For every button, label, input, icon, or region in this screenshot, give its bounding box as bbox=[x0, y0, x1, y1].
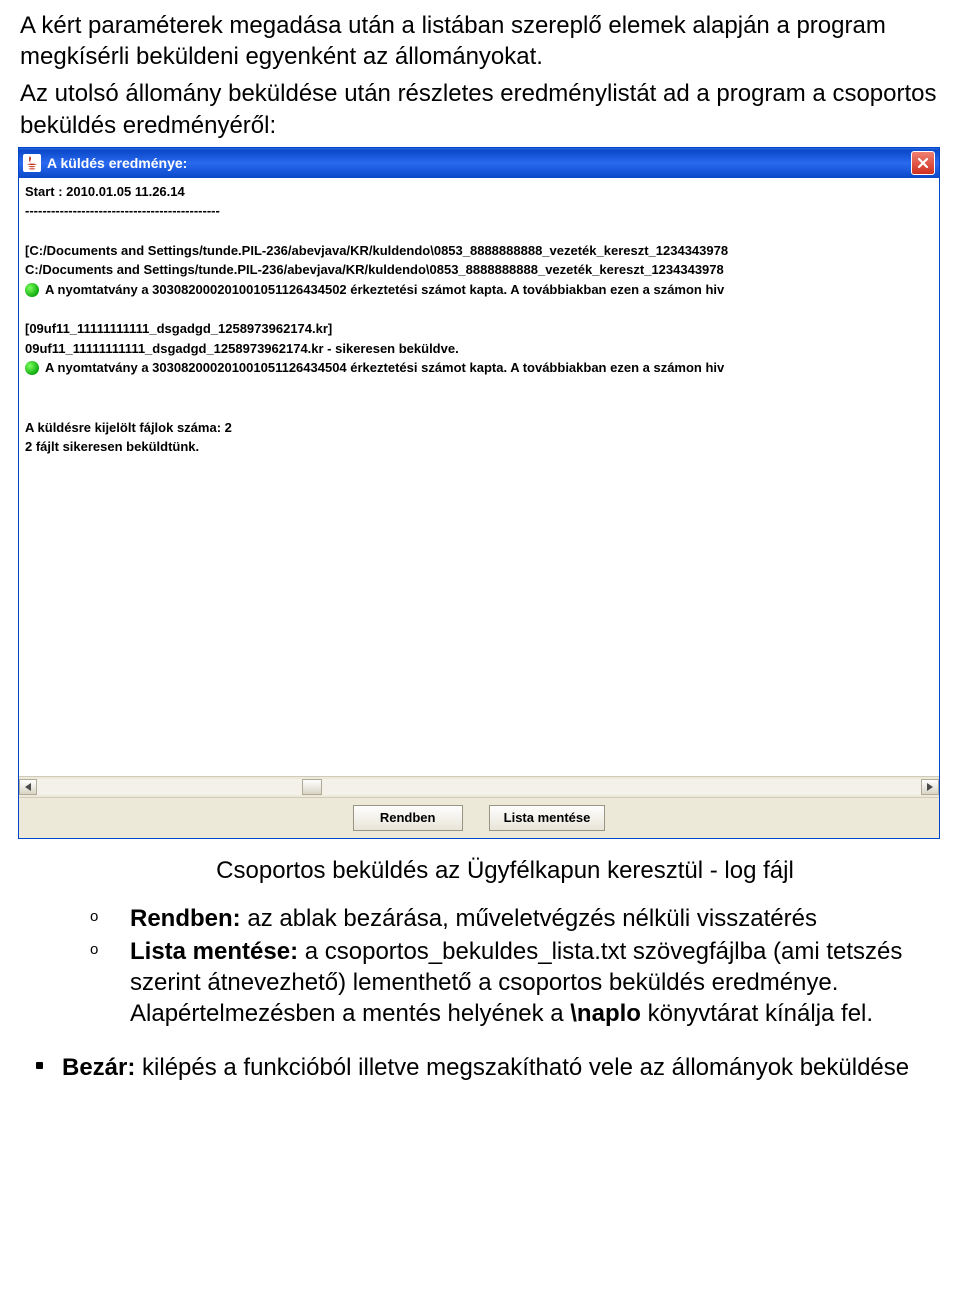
log-line: 09uf11_11111111111_dsgadgd_1258973962174… bbox=[25, 339, 933, 359]
log-line: Start : 2010.01.05 11.26.14 bbox=[25, 182, 933, 202]
log-line-success: A nyomtatvány a 303082000201001051126434… bbox=[25, 358, 933, 378]
log-line: 2 fájlt sikeresen beküldtünk. bbox=[25, 437, 933, 457]
log-line: ----------------------------------------… bbox=[25, 201, 933, 221]
intro-paragraph-2: Az utolsó állomány beküldése után részle… bbox=[20, 78, 940, 140]
log-text: A nyomtatvány a 303082000201001051126434… bbox=[45, 280, 724, 300]
list-item: Bezár: kilépés a funkcióból illetve megs… bbox=[32, 1052, 940, 1083]
log-line: C:/Documents and Settings/tunde.PIL-236/… bbox=[25, 260, 933, 280]
item-label: Rendben: bbox=[130, 905, 241, 932]
scroll-right-icon[interactable] bbox=[921, 779, 939, 795]
item-label: Lista mentése: bbox=[130, 938, 298, 965]
log-text: A nyomtatvány a 303082000201001051126434… bbox=[45, 358, 724, 378]
bullet-icon bbox=[36, 1062, 43, 1069]
horizontal-scrollbar[interactable] bbox=[19, 776, 939, 797]
final-list: Bezár: kilépés a funkcióból illetve megs… bbox=[32, 1052, 940, 1083]
list-item: o Rendben: az ablak bezárása, műveletvég… bbox=[90, 903, 940, 934]
ok-button[interactable]: Rendben bbox=[353, 805, 463, 831]
close-icon[interactable] bbox=[911, 151, 935, 175]
log-line: A küldésre kijelölt fájlok száma: 2 bbox=[25, 418, 933, 438]
scroll-thumb[interactable] bbox=[302, 779, 322, 795]
bullet-icon: o bbox=[90, 907, 98, 927]
log-body: Start : 2010.01.05 11.26.14 ------------… bbox=[19, 178, 939, 838]
scroll-left-icon[interactable] bbox=[19, 779, 37, 795]
log-line: [C:/Documents and Settings/tunde.PIL-236… bbox=[25, 241, 933, 261]
titlebar[interactable]: A küldés eredménye: bbox=[19, 148, 939, 178]
item-bold: \naplo bbox=[570, 1000, 641, 1027]
option-list: o Rendben: az ablak bezárása, műveletvég… bbox=[90, 903, 940, 1030]
success-icon bbox=[25, 283, 39, 297]
log-line-success: A nyomtatvány a 303082000201001051126434… bbox=[25, 280, 933, 300]
result-window: A küldés eredménye: Start : 2010.01.05 1… bbox=[18, 147, 940, 839]
item-text: kilépés a funkcióból illetve megszakítha… bbox=[135, 1054, 909, 1081]
item-label: Bezár: bbox=[62, 1054, 135, 1081]
scroll-track[interactable] bbox=[37, 779, 921, 795]
button-row: Rendben Lista mentése bbox=[19, 797, 939, 838]
bullet-icon: o bbox=[90, 940, 98, 960]
save-list-button[interactable]: Lista mentése bbox=[489, 805, 606, 831]
java-icon bbox=[23, 154, 41, 172]
success-icon bbox=[25, 361, 39, 375]
intro-paragraph-1: A kért paraméterek megadása után a listá… bbox=[20, 10, 940, 72]
figure-caption: Csoportos beküldés az Ügyfélkapun keresz… bbox=[70, 857, 940, 885]
list-item: o Lista mentése: a csoportos_bekuldes_li… bbox=[90, 936, 940, 1030]
item-text: az ablak bezárása, műveletvégzés nélküli… bbox=[241, 905, 817, 932]
window-title: A küldés eredménye: bbox=[47, 155, 911, 171]
log-line: [09uf11_11111111111_dsgadgd_125897396217… bbox=[25, 319, 933, 339]
item-text: könyvtárat kínálja fel. bbox=[641, 1000, 873, 1027]
